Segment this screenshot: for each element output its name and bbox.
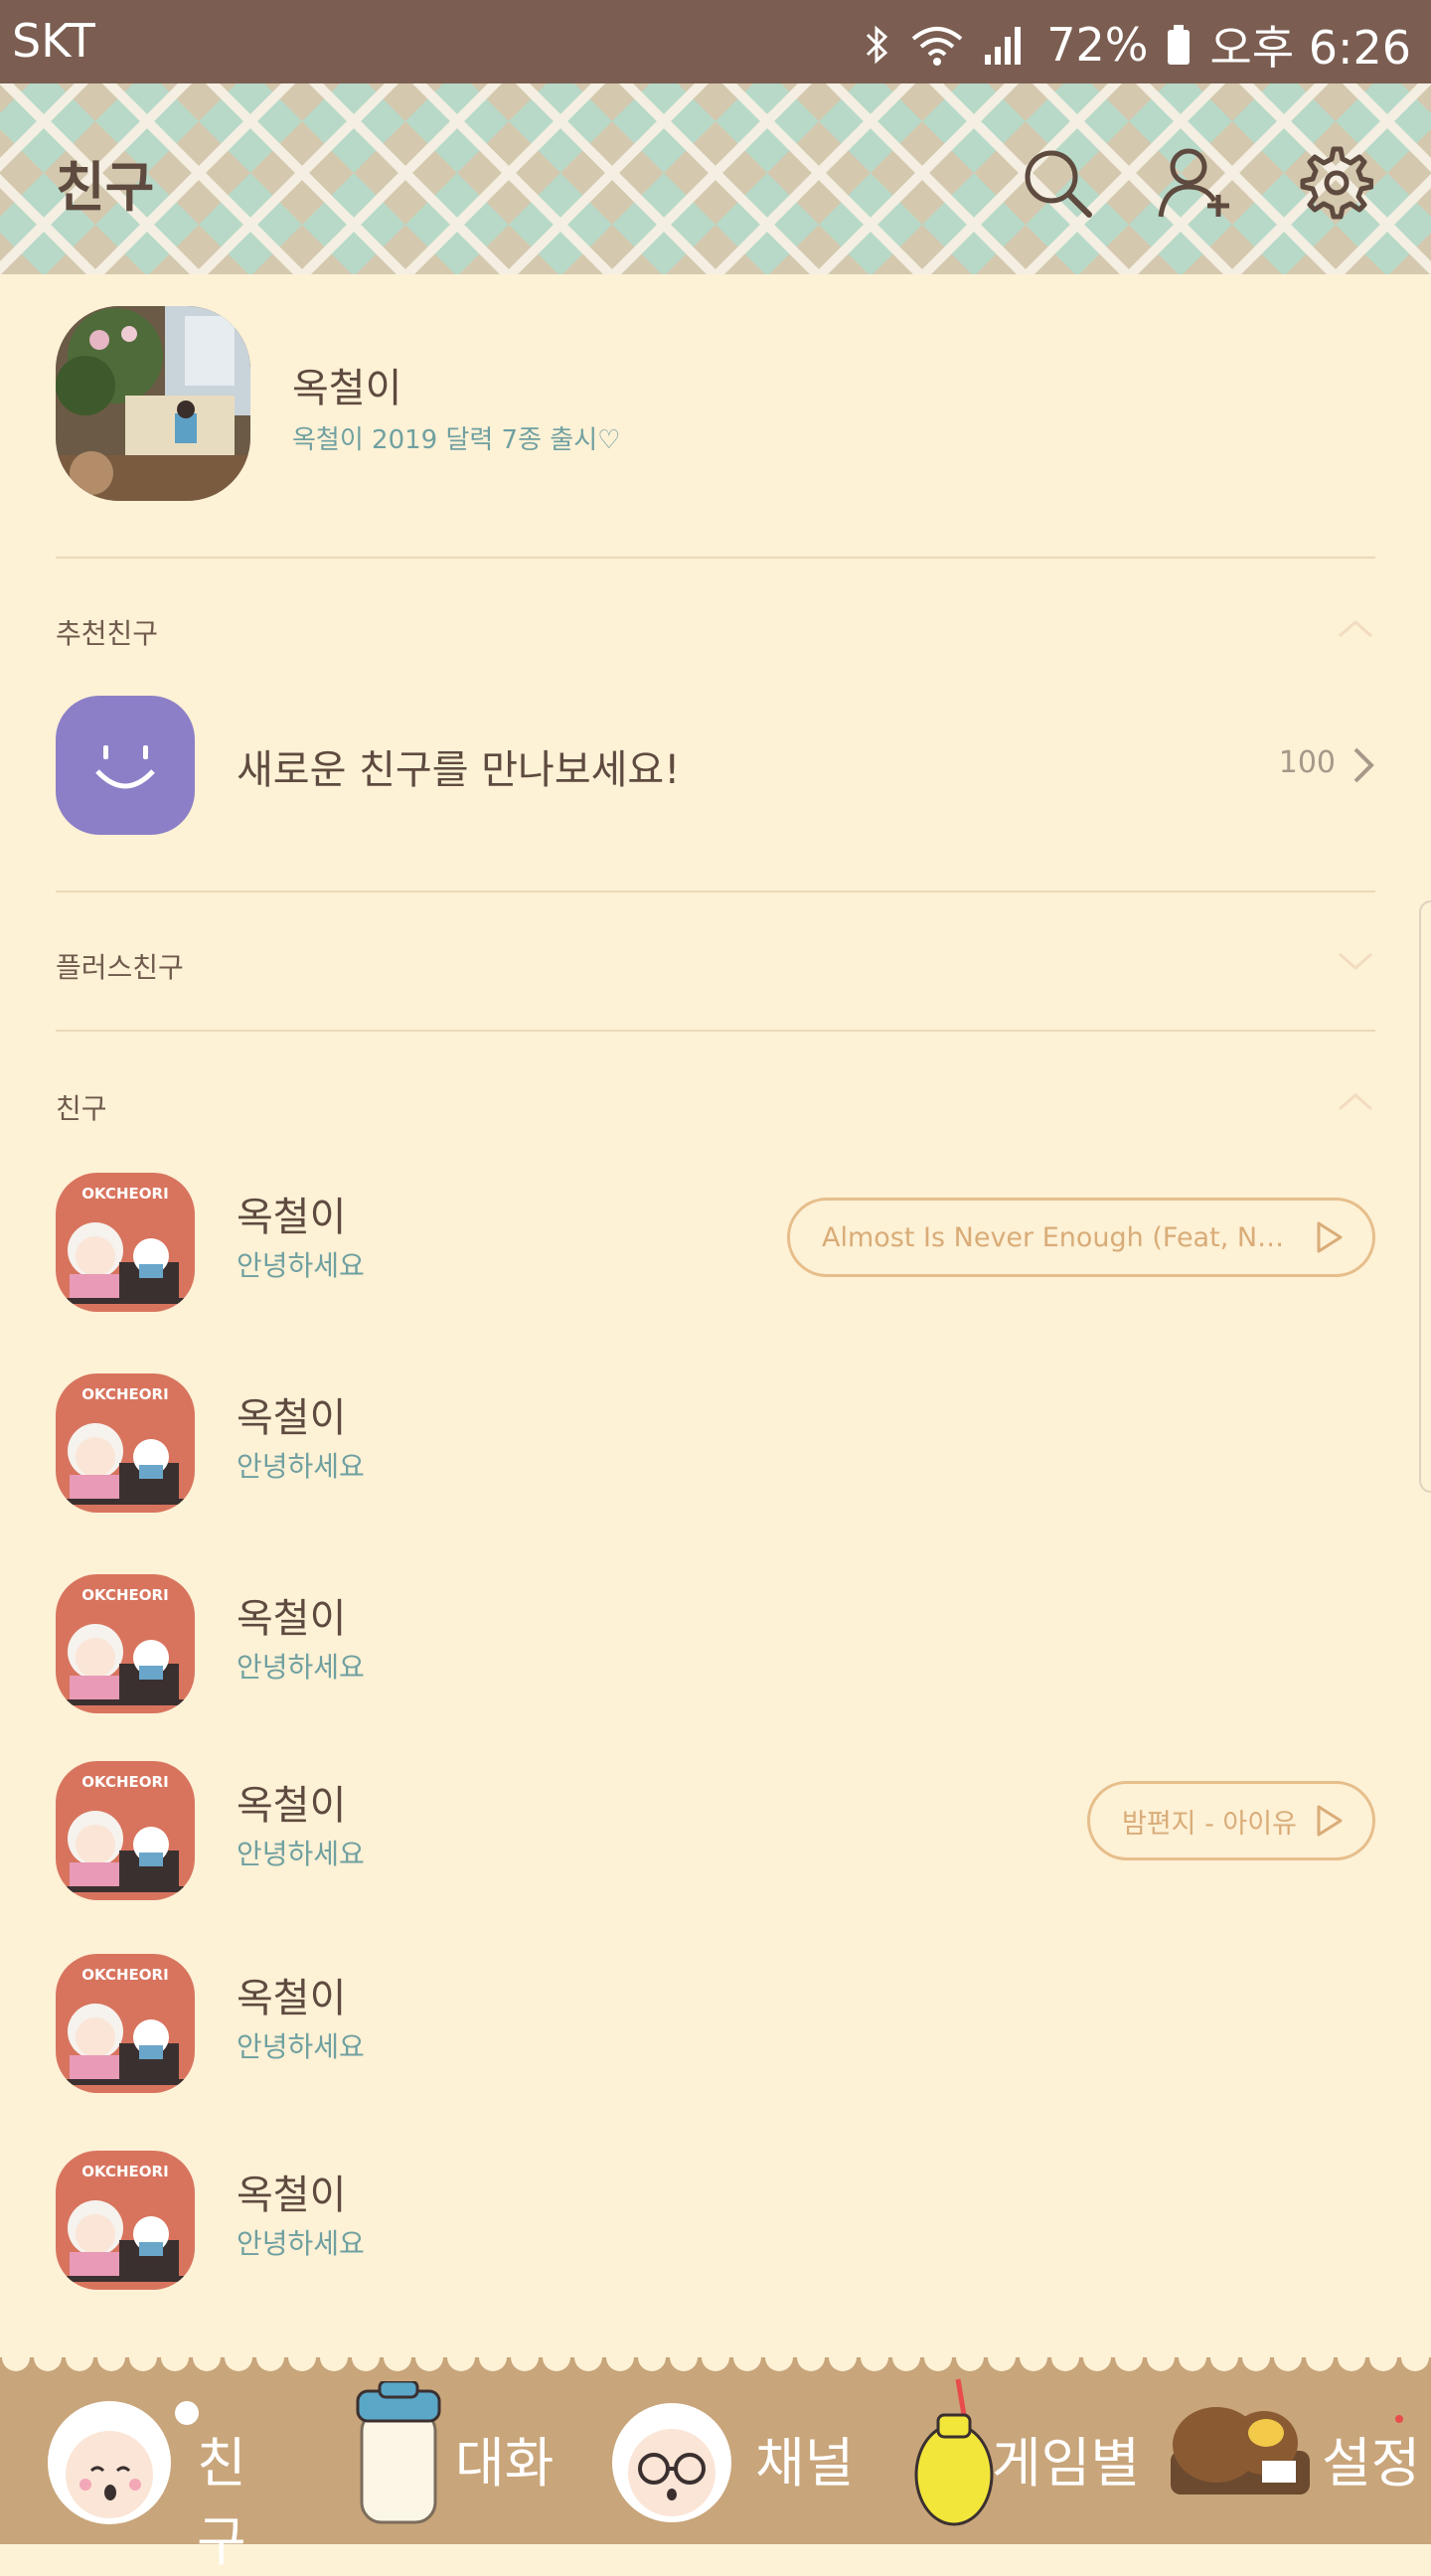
- recommend-count: 100: [1278, 745, 1336, 780]
- chat-jar-icon: [356, 2381, 441, 2524]
- friend-avatar[interactable]: OKCHEORI: [56, 1761, 195, 1900]
- add-friend-icon[interactable]: [1157, 143, 1236, 223]
- friend-avatar[interactable]: OKCHEORI: [56, 1954, 195, 2093]
- my-profile[interactable]: 옥철이 옥철이 2019 달력 7종 출시♡: [0, 274, 1431, 557]
- tab-friends[interactable]: 친구: [0, 2357, 288, 2573]
- avatar-badge-text: OKCHEORI: [81, 1586, 168, 1604]
- avatar-badge-text: OKCHEORI: [81, 2163, 168, 2180]
- avatar-badge-text: OKCHEORI: [81, 1185, 168, 1203]
- friend-row[interactable]: OKCHEORI 옥철이 안녕하세요: [0, 1554, 1431, 1733]
- music-title: 밤편지 - 아이유: [1122, 1808, 1297, 1840]
- friend-name: 옥철이: [237, 1395, 347, 1441]
- chevron-right-icon: [1353, 747, 1374, 783]
- chevron-down-icon[interactable]: [1336, 950, 1375, 974]
- channel-character-icon: [612, 2403, 731, 2522]
- carrier-label: SKT: [12, 14, 95, 68]
- smile-icon: [95, 745, 155, 789]
- friends-character-icon: [48, 2401, 199, 2524]
- battery-percent: 72%: [1046, 18, 1149, 72]
- notification-dot: [1395, 2415, 1403, 2423]
- friend-row[interactable]: OKCHEORI 옥철이 안녕하세요: [0, 1354, 1431, 1532]
- music-title: Almost Is Never Enough (Feat, Natha···: [822, 1221, 1297, 1253]
- divider: [56, 557, 1375, 559]
- section-recommended-label: 추천친구: [56, 617, 159, 650]
- status-bar: SKT 72% 오후 6:26: [0, 0, 1431, 83]
- okcheori-avatar-image: OKCHEORI: [56, 1954, 195, 2093]
- friend-row[interactable]: OKCHEORI 옥철이 안녕하세요 Almost Is Never Enoug…: [0, 1153, 1431, 1332]
- friend-name: 옥철이: [237, 1596, 347, 1642]
- scrollbar[interactable]: [1419, 900, 1431, 1493]
- friend-row[interactable]: OKCHEORI 옥철이 안녕하세요: [0, 2131, 1431, 2310]
- battery-icon: [1168, 25, 1191, 65]
- friend-status: 안녕하세요: [237, 2227, 365, 2260]
- friend-avatar[interactable]: OKCHEORI: [56, 2151, 195, 2290]
- tab-label: 설정: [1322, 2432, 1421, 2495]
- header: 친구: [0, 83, 1431, 274]
- profile-music-button[interactable]: 밤편지 - 아이유: [1087, 1781, 1375, 1860]
- avatar-badge-text: OKCHEORI: [81, 1773, 168, 1791]
- profile-photo-image: [56, 306, 250, 501]
- friend-name: 옥철이: [237, 1783, 347, 1829]
- gear-icon[interactable]: [1294, 143, 1373, 223]
- friend-status: 안녕하세요: [237, 1450, 365, 1483]
- recommend-friends-row[interactable]: 새로운 친구를 만나보세요! 100: [0, 686, 1431, 845]
- section-friends-label: 친구: [56, 1092, 107, 1125]
- friend-row[interactable]: OKCHEORI 옥철이 안녕하세요: [0, 1934, 1431, 2113]
- tab-channel[interactable]: 채널: [576, 2357, 874, 2544]
- friend-avatar[interactable]: OKCHEORI: [56, 1373, 195, 1513]
- game-bottle-icon: [914, 2378, 994, 2526]
- tab-settings[interactable]: 설정: [1153, 2357, 1431, 2544]
- settings-bread-icon: [1171, 2407, 1310, 2495]
- chevron-up-icon[interactable]: [1336, 616, 1375, 640]
- bluetooth-icon: [867, 25, 888, 65]
- page-title: 친구: [56, 156, 155, 219]
- section-plus-friends-label[interactable]: 플러스친구: [56, 946, 184, 986]
- friend-row[interactable]: OKCHEORI 옥철이 안녕하세요 밤편지 - 아이유: [0, 1741, 1431, 1920]
- friend-name: 옥철이: [237, 1195, 347, 1240]
- okcheori-avatar-image: OKCHEORI: [56, 1574, 195, 1713]
- friend-status: 안녕하세요: [237, 1249, 365, 1282]
- tab-label: 채널: [755, 2432, 855, 2495]
- friend-name: 옥철이: [237, 2173, 347, 2218]
- tab-label: 게임별: [992, 2432, 1141, 2495]
- divider: [56, 1030, 1375, 1032]
- recommend-label: 새로운 친구를 만나보세요!: [237, 747, 681, 793]
- clock: 오후 6:26: [1209, 21, 1411, 75]
- tab-label: 친구: [197, 2432, 246, 2573]
- profile-status-message: 옥철이 2019 달력 7종 출시♡: [292, 425, 621, 455]
- chevron-up-icon[interactable]: [1336, 1089, 1375, 1113]
- recommend-avatar: [56, 696, 195, 835]
- play-icon: [1317, 1805, 1343, 1837]
- tab-bar: 친구 대화 채널 게임별 설정: [0, 2357, 1431, 2573]
- friend-status: 안녕하세요: [237, 1651, 365, 1684]
- okcheori-avatar-image: OKCHEORI: [56, 2151, 195, 2290]
- friend-status: 안녕하세요: [237, 2030, 365, 2063]
- okcheori-avatar-image: OKCHEORI: [56, 1761, 195, 1900]
- tab-games[interactable]: 게임별: [874, 2357, 1153, 2544]
- divider: [56, 890, 1375, 892]
- profile-photo[interactable]: [56, 306, 250, 501]
- search-icon[interactable]: [1018, 143, 1097, 223]
- avatar-badge-text: OKCHEORI: [81, 1966, 168, 1984]
- friend-name: 옥철이: [237, 1976, 347, 2021]
- tab-chats[interactable]: 대화: [288, 2357, 576, 2544]
- wifi-icon: [911, 27, 963, 66]
- profile-name: 옥철이: [292, 366, 402, 411]
- okcheori-avatar-image: OKCHEORI: [56, 1173, 195, 1312]
- tab-label: 대화: [455, 2432, 555, 2495]
- okcheori-avatar-image: OKCHEORI: [56, 1373, 195, 1513]
- play-icon: [1317, 1221, 1343, 1253]
- status-icons: 72% 오후 6:26: [862, 12, 1411, 78]
- friend-avatar[interactable]: OKCHEORI: [56, 1173, 195, 1312]
- friend-status: 안녕하세요: [237, 1838, 365, 1870]
- avatar-badge-text: OKCHEORI: [81, 1385, 168, 1403]
- signal-icon: [985, 27, 1022, 65]
- friend-avatar[interactable]: OKCHEORI: [56, 1574, 195, 1713]
- profile-music-button[interactable]: Almost Is Never Enough (Feat, Natha···: [787, 1198, 1375, 1277]
